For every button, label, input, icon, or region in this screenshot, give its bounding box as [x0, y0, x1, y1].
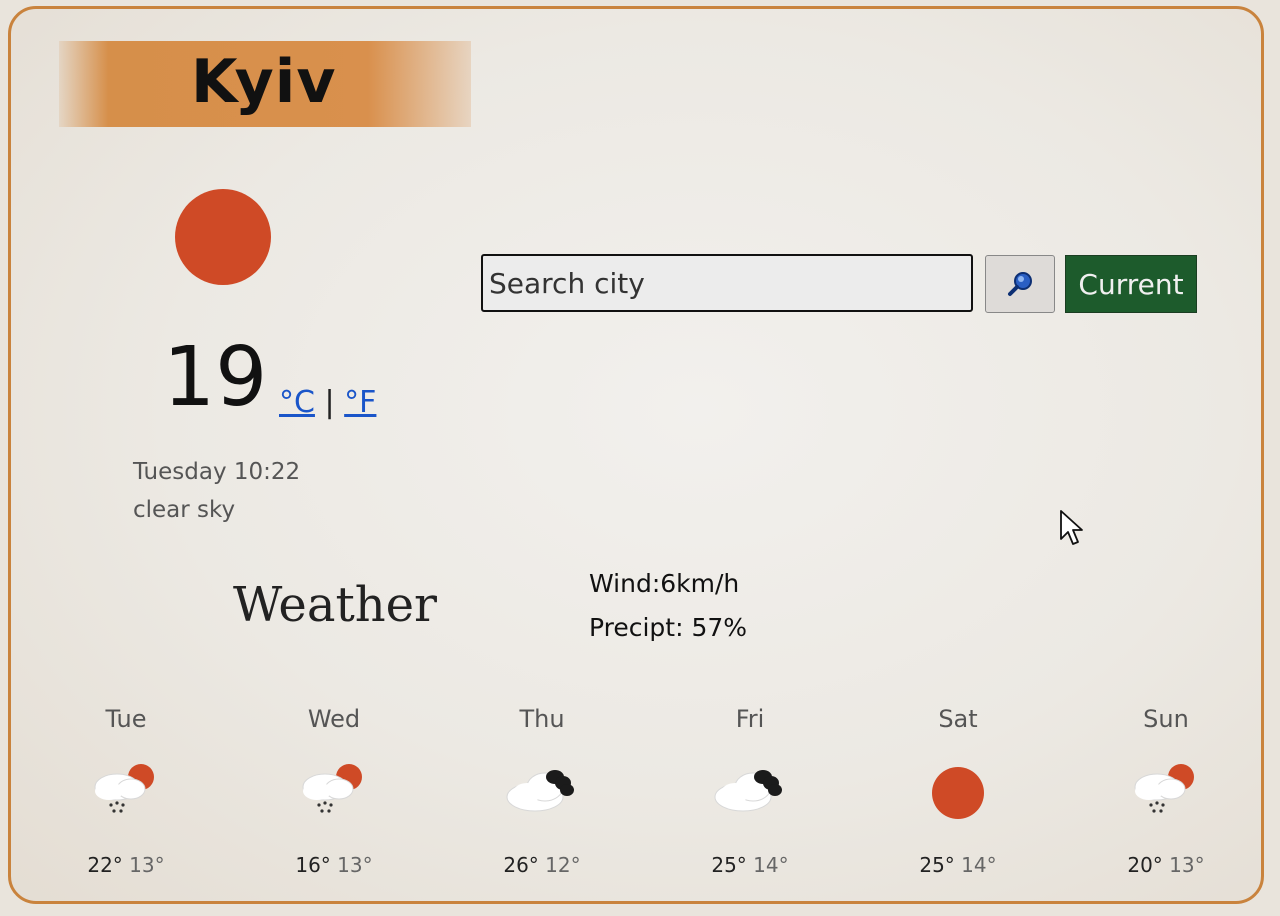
forecast-high: 25° — [919, 853, 955, 877]
search-button[interactable] — [985, 255, 1055, 313]
celsius-link[interactable]: °C — [279, 385, 315, 420]
forecast-low: 14° — [961, 853, 997, 877]
sun-icon — [175, 189, 271, 285]
search-input[interactable] — [481, 254, 973, 312]
forecast-high: 26° — [503, 853, 539, 877]
forecast-low: 13° — [129, 853, 165, 877]
forecast-low: 13° — [337, 853, 373, 877]
forecast-day-name: Fri — [735, 705, 765, 733]
forecast-day: Thu 26° 12° — [467, 705, 617, 877]
section-label: Weather — [233, 577, 437, 633]
forecast-low: 13° — [1169, 853, 1205, 877]
forecast-day: Fri 25° 14° — [675, 705, 825, 877]
forecast-low: 14° — [753, 853, 789, 877]
current-temperature: 19 — [163, 330, 268, 425]
mouse-cursor-icon — [1060, 510, 1083, 545]
cloud-dark-cloud-icon — [497, 757, 587, 827]
forecast-day: Tue 22° 13° — [51, 705, 201, 877]
unit-separator: | — [324, 385, 335, 420]
rain-sun-icon — [1121, 757, 1211, 827]
forecast-day-name: Tue — [105, 705, 147, 733]
current-datetime: Tuesday 10:22 — [133, 459, 301, 485]
forecast-high: 22° — [87, 853, 123, 877]
current-location-button[interactable]: Current — [1065, 255, 1197, 313]
forecast-day-name: Sat — [938, 705, 978, 733]
forecast-day-name: Wed — [307, 705, 361, 733]
forecast-row: Tue 22° 13° Wed 16° 13° Thu 26° 12° Fri … — [51, 705, 1271, 895]
magnifier-icon — [1008, 272, 1032, 296]
unit-switch: °C | °F — [279, 385, 376, 420]
forecast-low: 12° — [545, 853, 581, 877]
precipitation: Precipt: 57% — [589, 613, 748, 642]
forecast-day-name: Sun — [1143, 705, 1189, 733]
cloud-dark-cloud-icon — [705, 757, 795, 827]
fahrenheit-link[interactable]: °F — [344, 385, 376, 420]
forecast-high: 20° — [1127, 853, 1163, 877]
forecast-high: 25° — [711, 853, 747, 877]
city-name: Kyiv — [191, 47, 337, 117]
weather-description: clear sky — [133, 497, 236, 523]
weather-card: Kyiv 19 °C | °F Tuesday 10:22 clear sky … — [8, 6, 1264, 904]
forecast-day: Wed 16° 13° — [259, 705, 409, 877]
forecast-day: Sat 25° 14° — [883, 705, 1033, 877]
forecast-high: 16° — [295, 853, 331, 877]
forecast-day-name: Thu — [519, 705, 565, 733]
wind-speed: Wind:6km/h — [589, 569, 740, 598]
sun-icon — [913, 757, 1003, 827]
forecast-day: Sun 20° 13° — [1091, 705, 1241, 877]
rain-sun-icon — [81, 757, 171, 827]
rain-sun-icon — [289, 757, 379, 827]
